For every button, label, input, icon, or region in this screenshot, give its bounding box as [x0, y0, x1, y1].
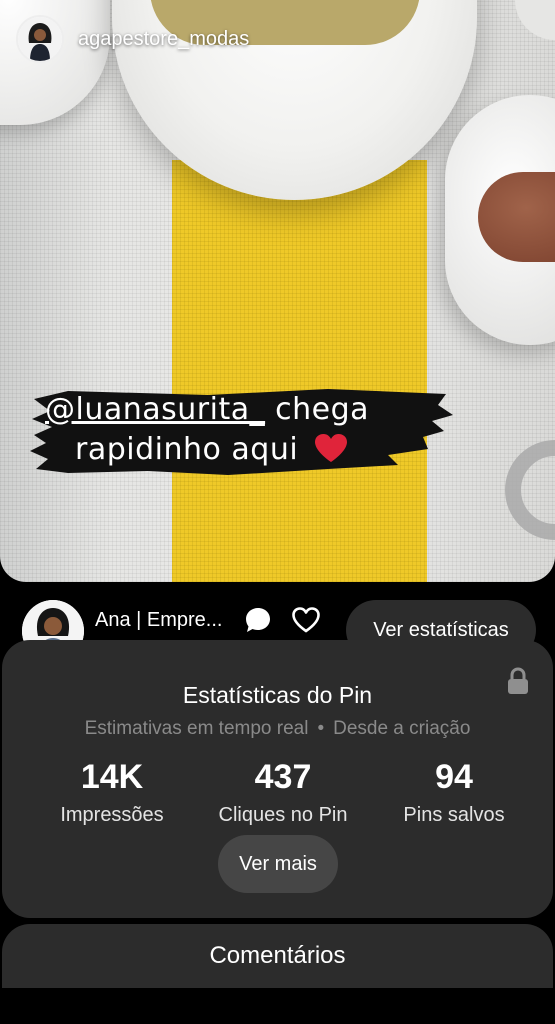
heart-emoji-icon: [315, 434, 348, 462]
stat-value: 94: [435, 758, 473, 796]
see-more-button[interactable]: Ver mais: [218, 835, 338, 893]
subtitle-realtime: Estimativas em tempo real: [84, 718, 309, 739]
sticker-line2-text: rapidinho aqui: [75, 432, 299, 467]
story-photo: [0, 0, 555, 582]
mention-link[interactable]: @luanasurita_: [45, 392, 265, 427]
brush-sticker-text: @luanasurita_ chega rapidinho aqui: [45, 390, 445, 470]
heart-icon[interactable]: [291, 606, 321, 634]
stat-label: Pins salvos: [403, 804, 505, 826]
story-avatar[interactable]: [16, 15, 64, 63]
comment-icon[interactable]: [244, 606, 272, 634]
stats-panel-title: Estatísticas do Pin: [182, 682, 373, 708]
bowl-left: [0, 0, 110, 125]
bowl-top-right: [515, 0, 555, 40]
ring-object: [505, 440, 555, 540]
avatar-person-icon: [18, 17, 62, 61]
stat-label: Cliques no Pin: [218, 804, 348, 826]
subtitle-since-creation: Desde a criação: [333, 718, 471, 739]
stat-value: 14K: [80, 758, 144, 796]
stat-label: Impressões: [60, 804, 164, 826]
stat-saved-pins: 94 Pins salvos: [364, 758, 544, 827]
sticker-line1-text: chega: [265, 392, 370, 427]
stat-value: 437: [254, 758, 312, 796]
story-username[interactable]: agapestore_modas: [78, 28, 249, 51]
stat-impressions: 14K Impressões: [22, 758, 202, 827]
subtitle-separator: •: [317, 718, 325, 739]
stat-pin-clicks: 437 Cliques no Pin: [193, 758, 373, 827]
comments-header[interactable]: Comentários: [2, 924, 553, 988]
yellow-stripe: [172, 160, 427, 582]
stats-panel-subtitle: Estimativas em tempo real • Desde a criaçã…: [0, 718, 555, 740]
pin-owner-name[interactable]: Ana | Empre...: [95, 609, 222, 632]
